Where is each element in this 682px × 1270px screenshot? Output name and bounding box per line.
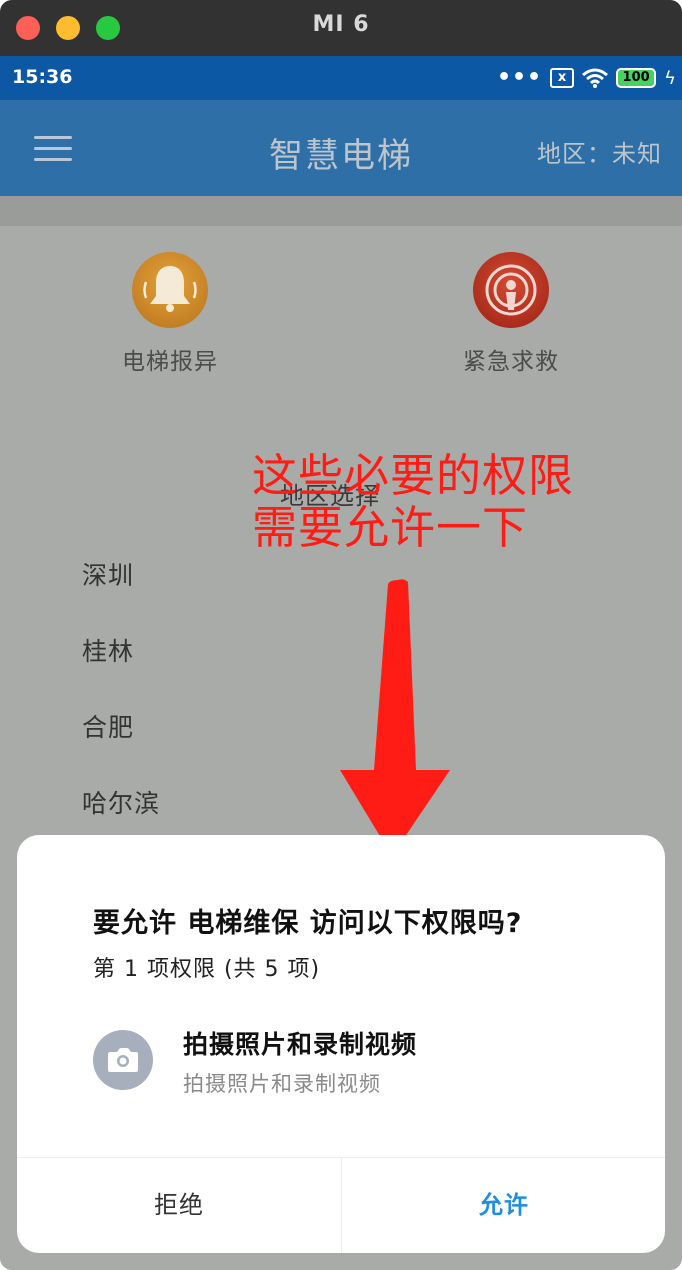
city-item[interactable]: 合肥 bbox=[82, 708, 134, 744]
status-time: 15:36 bbox=[12, 66, 73, 88]
status-bar: 15:36 ••• x 100 ϟ bbox=[0, 56, 682, 100]
city-item[interactable]: 桂林 bbox=[82, 632, 134, 668]
permission-dialog: 要允许 电梯维保 访问以下权限吗? 第 1 项权限 (共 5 项) 拍摄照片和录… bbox=[17, 835, 665, 1253]
city-item[interactable]: 深圳 bbox=[82, 556, 134, 592]
charging-icon: ϟ bbox=[664, 67, 676, 89]
annotation-text: 这些必要的权限 需要允许一下 bbox=[252, 450, 574, 554]
wifi-icon bbox=[582, 68, 609, 88]
elevator-report-button[interactable]: 电梯报异 bbox=[70, 252, 270, 376]
allow-button[interactable]: 允许 bbox=[342, 1158, 665, 1253]
window: MI 6 15:36 ••• x 100 ϟ 智慧电梯 地区：未知 电梯报异 紧… bbox=[0, 0, 682, 1270]
permission-name: 拍摄照片和录制视频 bbox=[183, 1030, 418, 1059]
region-indicator[interactable]: 地区：未知 bbox=[537, 134, 662, 169]
battery-icon: 100 bbox=[616, 68, 657, 88]
annotation-line-2: 需要允许一下 bbox=[252, 501, 529, 554]
annotation-line-1: 这些必要的权限 bbox=[252, 449, 575, 502]
annotation-arrow-icon bbox=[340, 579, 450, 856]
status-icons: ••• x 100 ϟ bbox=[497, 65, 676, 91]
deny-button[interactable]: 拒绝 bbox=[17, 1158, 341, 1253]
emergency-help-label: 紧急求救 bbox=[463, 349, 559, 375]
elevator-report-label: 电梯报异 bbox=[122, 349, 218, 375]
permission-description: 拍摄照片和录制视频 bbox=[183, 1072, 381, 1096]
bell-icon bbox=[132, 252, 208, 328]
no-sim-icon: x bbox=[550, 68, 575, 88]
window-title: MI 6 bbox=[312, 12, 370, 37]
emergency-help-button[interactable]: 紧急求救 bbox=[411, 252, 611, 376]
content-top-strip bbox=[0, 196, 682, 226]
city-item[interactable]: 哈尔滨 bbox=[82, 784, 160, 820]
app-bar: 智慧电梯 地区：未知 bbox=[0, 100, 682, 196]
dialog-title: 要允许 电梯维保 访问以下权限吗? bbox=[93, 908, 523, 939]
dialog-subtitle: 第 1 项权限 (共 5 项) bbox=[93, 957, 321, 982]
sos-icon bbox=[473, 252, 549, 328]
notification-dots-icon: ••• bbox=[496, 65, 543, 90]
camera-icon bbox=[93, 1030, 153, 1090]
window-titlebar: MI 6 bbox=[0, 0, 682, 56]
